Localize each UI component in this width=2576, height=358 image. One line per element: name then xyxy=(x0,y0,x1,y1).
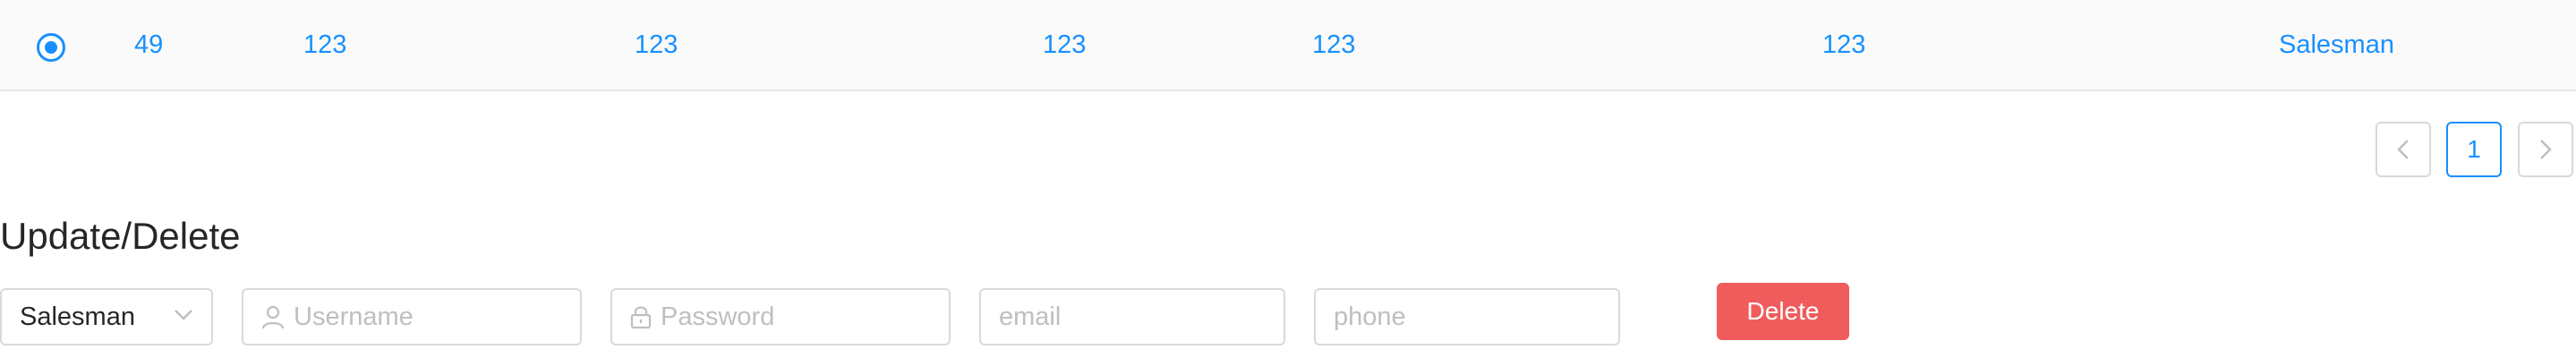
password-field[interactable] xyxy=(610,288,951,345)
section-title: Update/Delete xyxy=(0,215,241,257)
cell-role: Salesman xyxy=(2279,30,2394,59)
username-input[interactable] xyxy=(294,302,562,332)
email-input[interactable] xyxy=(999,302,1266,332)
role-select-value: Salesman xyxy=(20,302,135,331)
cell-phone: 123 xyxy=(1312,30,1356,59)
pagination-page-1[interactable]: 1 xyxy=(2446,122,2502,177)
phone-field[interactable] xyxy=(1314,288,1620,345)
pagination-next-button[interactable] xyxy=(2518,122,2573,177)
user-icon xyxy=(261,304,285,329)
lock-icon xyxy=(630,304,652,329)
delete-button[interactable]: Delete xyxy=(1717,283,1849,340)
chevron-right-icon xyxy=(2538,138,2554,161)
chevron-left-icon xyxy=(2395,138,2411,161)
email-field[interactable] xyxy=(979,288,1285,345)
cell-email: 123 xyxy=(1043,30,1087,59)
chevron-down-icon xyxy=(174,309,193,326)
row-select-radio[interactable] xyxy=(37,33,65,62)
cell-password: 123 xyxy=(635,30,678,59)
pagination-prev-button[interactable] xyxy=(2376,122,2431,177)
username-field[interactable] xyxy=(242,288,582,345)
cell-username: 123 xyxy=(303,30,347,59)
cell-misc: 123 xyxy=(1822,30,1866,59)
password-input[interactable] xyxy=(661,302,931,332)
table-row[interactable]: 49 123 123 123 123 123 Salesman xyxy=(0,0,2576,91)
phone-input[interactable] xyxy=(1334,302,1600,332)
cell-id: 49 xyxy=(134,30,164,59)
role-select[interactable]: Salesman xyxy=(0,288,213,345)
